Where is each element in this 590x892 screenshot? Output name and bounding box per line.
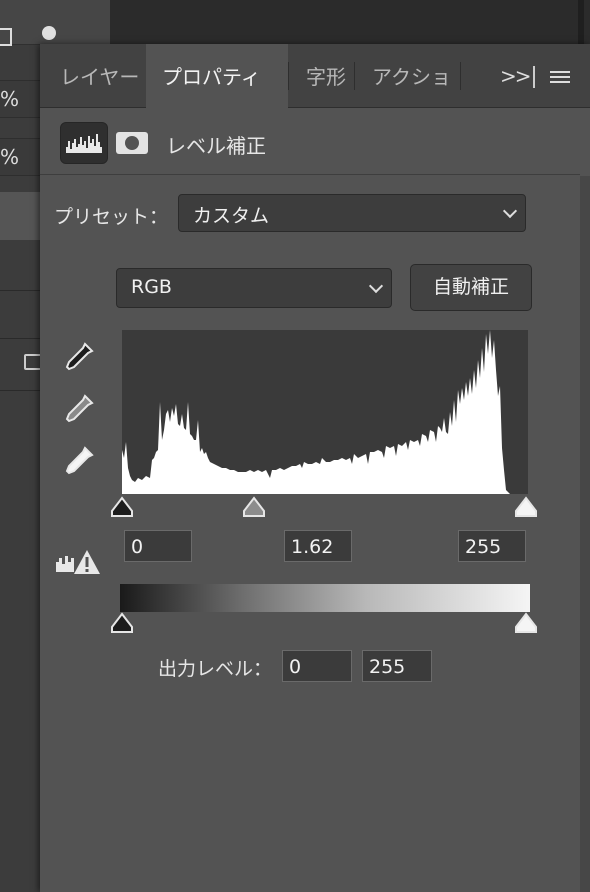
tab-layers[interactable]: レイヤー	[60, 44, 146, 107]
channel-select[interactable]: RGB	[116, 268, 392, 308]
white-point-eyedropper-icon[interactable]	[62, 444, 96, 478]
background-toolbar	[0, 0, 110, 46]
black-point-eyedropper-icon[interactable]	[62, 340, 96, 374]
scrollbar[interactable]	[580, 176, 590, 892]
adjustment-title: レベル補正	[166, 134, 266, 158]
preset-label: プリセット：	[54, 206, 169, 228]
tab-overflow-button[interactable]: >>	[500, 64, 531, 88]
output-gradient-bar	[120, 584, 530, 612]
mask-icon[interactable]	[116, 132, 148, 154]
tab-divider	[460, 62, 461, 90]
home-icon[interactable]	[0, 28, 12, 46]
output-white-field[interactable]: 255	[362, 650, 432, 682]
properties-panel: レイヤー プロパティ 字形 アクショ >> レベル補正 プリセット： カスタム …	[40, 44, 590, 892]
divider	[0, 290, 40, 291]
divider	[0, 390, 40, 391]
channel-value: RGB	[131, 276, 172, 298]
preset-value: カスタム	[193, 205, 270, 227]
chevron-down-icon	[502, 203, 518, 219]
tab-properties[interactable]: プロパティ	[146, 44, 288, 108]
output-black-field[interactable]: 0	[282, 650, 352, 682]
radio-dot-icon[interactable]	[42, 26, 56, 40]
auto-button[interactable]: 自動補正	[410, 264, 532, 311]
tab-divider	[288, 62, 289, 90]
output-black-slider[interactable]	[110, 612, 134, 634]
input-black-slider[interactable]	[110, 496, 134, 518]
tab-divider	[354, 62, 355, 90]
percent-label: %	[0, 87, 20, 111]
input-black-field[interactable]: 0	[124, 530, 192, 562]
background-selected-layer[interactable]	[0, 192, 40, 240]
input-gamma-field[interactable]: 1.62	[284, 530, 352, 562]
gray-point-eyedropper-icon[interactable]	[62, 392, 96, 426]
output-white-slider[interactable]	[514, 612, 538, 634]
chevron-down-icon	[368, 278, 384, 294]
panel-menu-icon[interactable]	[550, 71, 570, 83]
histogram	[122, 330, 528, 494]
input-gamma-slider[interactable]	[242, 496, 266, 518]
divider	[533, 66, 535, 88]
histogram-icon[interactable]	[60, 122, 108, 164]
input-white-slider[interactable]	[514, 496, 538, 518]
canvas-area	[110, 0, 590, 44]
input-white-field[interactable]: 255	[458, 530, 526, 562]
percent-label: %	[0, 145, 20, 169]
preset-select[interactable]: カスタム	[178, 194, 526, 232]
clipping-warning-icon[interactable]	[54, 548, 102, 576]
background-fill-row[interactable]: %	[0, 138, 40, 176]
tab-glyphs[interactable]: 字形	[306, 44, 352, 107]
background-opacity-row[interactable]: %	[0, 80, 40, 118]
adjustment-header: レベル補正	[40, 108, 580, 175]
output-levels-label: 出力レベル：	[158, 658, 273, 680]
divider	[0, 338, 40, 339]
tab-actions[interactable]: アクショ	[372, 44, 458, 107]
panel-tab-bar: レイヤー プロパティ 字形 アクショ >>	[40, 44, 590, 108]
